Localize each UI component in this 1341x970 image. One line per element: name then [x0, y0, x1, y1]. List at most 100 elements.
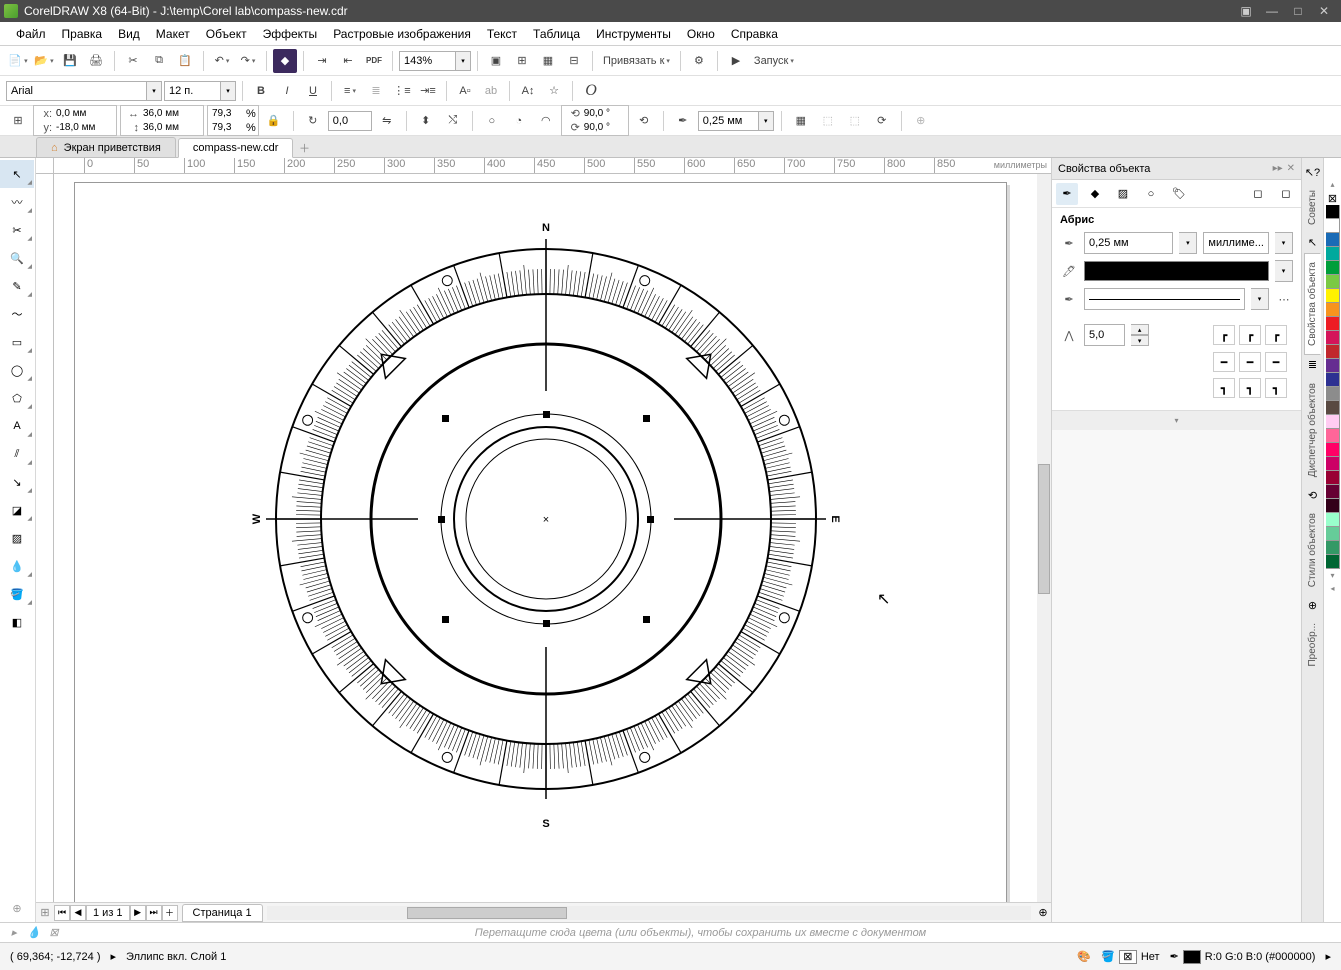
menu-text[interactable]: Текст — [479, 23, 525, 45]
menu-layout[interactable]: Макет — [148, 23, 198, 45]
sy-input[interactable] — [210, 121, 244, 134]
navigator-icon[interactable]: ⊕ — [1035, 905, 1051, 921]
menu-window[interactable]: Окно — [679, 23, 723, 45]
align-icon[interactable]: ≡▾ — [338, 79, 362, 103]
cut-icon[interactable]: ✂ — [121, 49, 145, 73]
shape-tool-icon[interactable]: 〰◢ — [0, 188, 34, 216]
size-combo[interactable]: ▾ — [164, 81, 236, 101]
objmgr-icon[interactable]: ≣ — [1305, 357, 1321, 373]
outline-unit-dd[interactable]: ▾ — [1275, 232, 1293, 254]
cap-1-icon[interactable]: ━ — [1213, 352, 1235, 372]
add-page-button[interactable]: ＋ — [162, 905, 178, 921]
section-expander[interactable]: ▾ — [1052, 410, 1301, 430]
palette-swatch[interactable] — [1326, 289, 1340, 303]
summary-tab-icon[interactable]: 🏷 — [1168, 183, 1190, 205]
maximize-button[interactable]: □ — [1285, 2, 1311, 20]
outline-swatch[interactable] — [1183, 950, 1201, 964]
list-bullet-icon[interactable]: ⋮≡ — [390, 79, 414, 103]
crop-tool-icon[interactable]: ✂◢ — [0, 216, 34, 244]
ital-o-icon[interactable]: O — [579, 79, 603, 103]
horizontal-scrollbar[interactable] — [267, 906, 1031, 920]
paste-icon[interactable]: 📋 — [173, 49, 197, 73]
tray-menu-icon[interactable]: ▸ — [6, 926, 22, 940]
redo-icon[interactable]: ↷▾ — [236, 49, 260, 73]
text-props-icon[interactable]: A↕ — [516, 79, 540, 103]
outline-input[interactable] — [698, 111, 758, 131]
direction-icon[interactable]: ⟲ — [632, 109, 656, 133]
smart-fill-icon[interactable]: ◧ — [0, 608, 34, 636]
miter-value[interactable]: 5,0 — [1084, 324, 1125, 346]
snap-dropdown[interactable]: Привязать к▾ — [599, 49, 674, 73]
back-icon[interactable]: ⬚ — [843, 109, 867, 133]
palette-swatch[interactable] — [1326, 233, 1340, 247]
dropcap-icon[interactable]: A▫ — [453, 79, 477, 103]
w-input[interactable] — [141, 107, 201, 120]
status-dd-icon[interactable]: ▸ — [111, 950, 117, 963]
document-palette[interactable]: ▸ 💧 ⊠ Перетащите сюда цвета (или объекты… — [0, 922, 1341, 942]
outline-width-dd[interactable]: ▾ — [1179, 232, 1197, 254]
corner-2-icon[interactable]: ┏ — [1239, 325, 1261, 345]
close-button[interactable]: ✕ — [1311, 2, 1337, 20]
expand-pages-icon[interactable]: ⊞ — [36, 906, 54, 919]
palette-swatch[interactable] — [1326, 317, 1340, 331]
ellipse-tab-icon[interactable]: ○ — [1140, 183, 1162, 205]
order-icon[interactable]: ⬍ — [414, 109, 438, 133]
menu-table[interactable]: Таблица — [525, 23, 588, 45]
connector-tool-icon[interactable]: ↘◢ — [0, 468, 34, 496]
palette-swatch[interactable] — [1326, 555, 1340, 569]
zoom-input[interactable] — [399, 51, 455, 71]
palette-swatch[interactable] — [1326, 303, 1340, 317]
vtab-props[interactable]: Свойства объекта — [1304, 253, 1321, 355]
arc2-input[interactable] — [582, 121, 626, 134]
text-tool-icon[interactable]: A◢ — [0, 412, 34, 440]
next-page-button[interactable]: ▶ — [130, 905, 146, 921]
flip-icon[interactable]: ⤭ — [441, 109, 465, 133]
cap-2-icon[interactable]: ━ — [1239, 352, 1261, 372]
vtab-objmgr[interactable]: Диспетчер объектов — [1305, 375, 1320, 485]
palette-swatch[interactable] — [1326, 345, 1340, 359]
save-icon[interactable]: 💾 — [58, 49, 82, 73]
origin-icon[interactable]: ⊞ — [6, 109, 30, 133]
palette-swatch[interactable] — [1326, 373, 1340, 387]
copy-icon[interactable]: ⧉ — [147, 49, 171, 73]
document-tab[interactable]: compass-new.cdr — [178, 138, 294, 158]
last-page-button[interactable]: ⏭ — [146, 905, 162, 921]
vertical-scrollbar[interactable] — [1037, 174, 1051, 902]
freehand-tool-icon[interactable]: ✎◢ — [0, 272, 34, 300]
font-dropdown[interactable]: ▾ — [146, 81, 162, 101]
front-icon[interactable]: ⬚ — [816, 109, 840, 133]
style-opts-icon[interactable]: ⋯ — [1275, 293, 1293, 306]
open-icon[interactable]: 📂▾ — [32, 49, 56, 73]
outline-dropdown[interactable]: ▾ — [758, 111, 774, 131]
palette-swatch[interactable] — [1326, 359, 1340, 373]
vtab-hints[interactable]: Советы — [1305, 182, 1320, 233]
palette-swatch[interactable] — [1326, 499, 1340, 513]
palette-swatch[interactable] — [1326, 331, 1340, 345]
quick-customize-icon[interactable]: ⊕ — [0, 894, 34, 922]
guides-icon[interactable]: ⊟ — [562, 49, 586, 73]
new-icon[interactable]: 📄▾ — [6, 49, 30, 73]
menu-bitmaps[interactable]: Растровые изображения — [325, 23, 479, 45]
indent-icon[interactable]: ⇥≡ — [416, 79, 440, 103]
h-input[interactable] — [141, 121, 201, 134]
rect-tool-icon[interactable]: ▭◢ — [0, 328, 34, 356]
palette-swatch[interactable] — [1326, 401, 1340, 415]
palette-swatch[interactable] — [1326, 387, 1340, 401]
pos-2-icon[interactable]: ┓ — [1239, 378, 1261, 398]
docker-close-icon[interactable]: ✕ — [1287, 163, 1295, 174]
launch-icon[interactable]: ▶ — [724, 49, 748, 73]
vtab-styles[interactable]: Стили объектов — [1305, 505, 1320, 595]
lock-ratio-icon[interactable]: 🔒 — [262, 109, 286, 133]
props-icon[interactable]: ↖ — [1305, 235, 1321, 251]
status-dd2-icon[interactable]: ▸ — [1325, 950, 1331, 963]
prev-page-button[interactable]: ◀ — [70, 905, 86, 921]
italic-icon[interactable]: I — [275, 79, 299, 103]
palette-swatch[interactable] — [1326, 443, 1340, 457]
outline-width-value[interactable]: 0,25 мм — [1084, 232, 1173, 254]
miter-down[interactable]: ▾ — [1131, 335, 1149, 346]
outline-color-dd[interactable]: ▾ — [1275, 260, 1293, 282]
zoom-combo[interactable]: ▾ — [399, 51, 471, 71]
underline-icon[interactable]: U — [301, 79, 325, 103]
eyedropper-tool-icon[interactable]: 💧◢ — [0, 552, 34, 580]
print-icon[interactable]: 🖨 — [84, 49, 108, 73]
